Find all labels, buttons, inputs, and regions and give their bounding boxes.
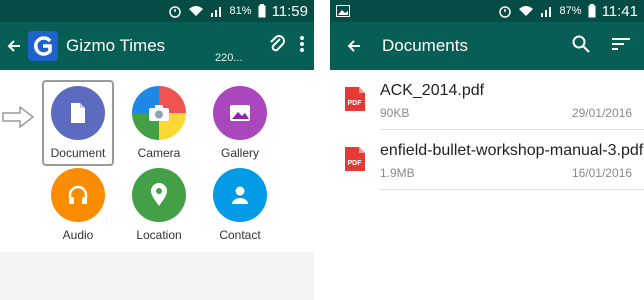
back-arrow-icon[interactable]: [330, 38, 378, 54]
status-time: 11:59: [271, 2, 308, 20]
alarm-icon: [168, 4, 182, 18]
attach-camera[interactable]: Camera: [122, 86, 196, 160]
document-size: 1.9MB: [380, 166, 415, 180]
document-date: 16/01/2016: [571, 166, 632, 180]
battery-icon: [258, 4, 266, 18]
chat-title[interactable]: Gizmo Times: [66, 36, 165, 56]
attach-label: Gallery: [220, 146, 259, 160]
pdf-file-icon: PDF: [344, 146, 366, 177]
sort-icon[interactable]: [612, 37, 630, 56]
headphones-icon: [51, 168, 105, 222]
attach-label: Camera: [137, 146, 181, 160]
attach-gallery[interactable]: Gallery: [203, 86, 277, 160]
attach-location[interactable]: Location: [122, 168, 196, 242]
svg-text:PDF: PDF: [348, 100, 363, 107]
signal-icon: [540, 5, 554, 17]
list-divider: [380, 189, 644, 190]
gallery-icon: [213, 86, 267, 140]
attach-document[interactable]: Document: [41, 86, 115, 160]
alarm-icon: [498, 4, 512, 18]
attach-sheet: Document Camera Gallery Audio Location C…: [0, 70, 314, 252]
pdf-file-icon: PDF: [344, 86, 366, 117]
overflow-menu-icon[interactable]: [300, 35, 304, 57]
attach-icon[interactable]: [268, 34, 286, 59]
wifi-icon: [188, 5, 204, 17]
attach-label: Document: [50, 146, 106, 160]
attach-screen: 81% 11:59 Gizmo Times 220... Document Ca…: [0, 0, 314, 300]
attach-label: Audio: [62, 228, 94, 242]
status-time: 11:41: [601, 2, 638, 20]
document-row[interactable]: PDF enfield-bullet-workshop-manual-3.pdf…: [330, 130, 644, 190]
document-date: 29/01/2016: [571, 106, 632, 120]
attach-label: Location: [136, 228, 182, 242]
screenshot-icon: [336, 5, 350, 17]
search-icon[interactable]: [572, 35, 590, 58]
battery-percent: 81%: [229, 5, 252, 17]
chat-app-bar: Gizmo Times 220...: [0, 22, 314, 70]
documents-app-bar: Documents: [330, 22, 644, 70]
contact-avatar[interactable]: [28, 31, 58, 61]
chat-subtitle: 220...: [215, 52, 243, 64]
page-title: Documents: [382, 36, 468, 55]
document-name: ACK_2014.pdf: [380, 82, 485, 99]
battery-percent: 87%: [559, 5, 582, 17]
document-icon: [51, 86, 105, 140]
attach-label: Contact: [219, 228, 261, 242]
attach-audio[interactable]: Audio: [41, 168, 115, 242]
pointer-arrow-icon: [2, 105, 35, 133]
documents-screen: 87% 11:41 Documents PDF ACK_2014.pdf 90K…: [330, 0, 644, 300]
attach-contact[interactable]: Contact: [203, 168, 277, 242]
document-name: enfield-bullet-workshop-manual-3.pdf: [380, 142, 644, 159]
gizmo-logo-icon: [34, 36, 52, 56]
back-arrow-icon[interactable]: [0, 38, 28, 54]
svg-text:PDF: PDF: [348, 160, 363, 167]
battery-icon: [588, 4, 596, 18]
location-icon: [132, 168, 186, 222]
signal-icon: [210, 5, 224, 17]
status-bar: 87% 11:41: [330, 0, 644, 22]
status-bar: 81% 11:59: [0, 0, 314, 22]
contact-icon: [213, 168, 267, 222]
document-size: 90KB: [380, 106, 410, 120]
document-row[interactable]: PDF ACK_2014.pdf 90KB 29/01/2016: [330, 70, 644, 130]
camera-icon: [132, 86, 186, 140]
wifi-icon: [518, 5, 534, 17]
